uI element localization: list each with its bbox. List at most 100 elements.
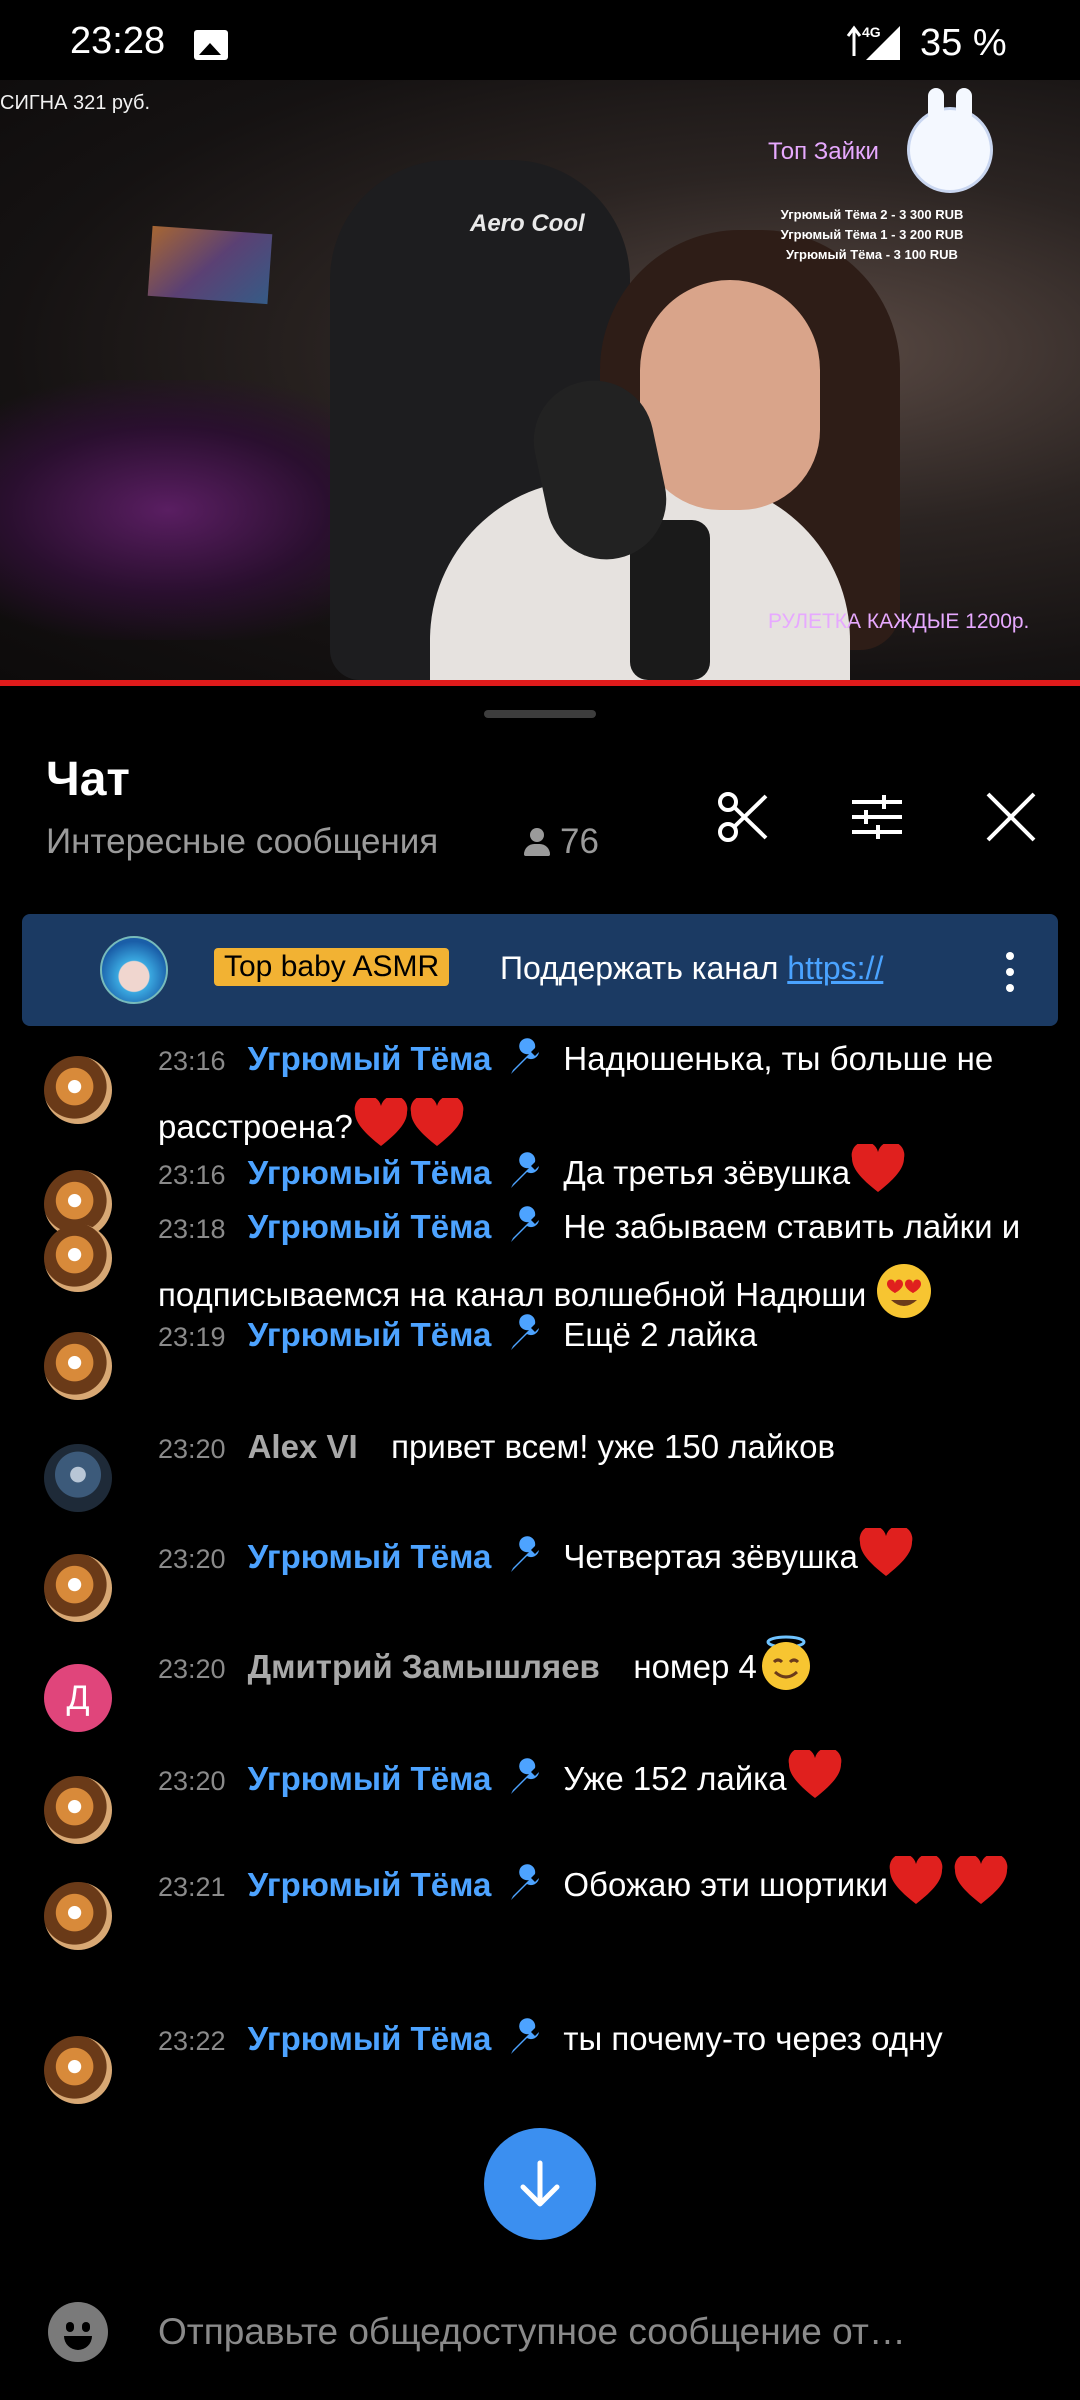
message-author[interactable]: Угрюмый Тёма <box>248 1154 492 1191</box>
heart-emoji-icon <box>859 1528 913 1576</box>
avatar <box>100 936 168 1004</box>
battery-level: 35 % <box>920 22 1007 64</box>
drag-handle[interactable] <box>484 710 596 718</box>
message-author[interactable]: Угрюмый Тёма <box>248 1866 492 1903</box>
heart-emoji-icon <box>851 1144 905 1192</box>
message-time: 23:20 <box>158 1654 226 1684</box>
heart-emoji-icon <box>954 1856 1008 1904</box>
viewer-count: 76 <box>522 822 599 862</box>
chat-mode-selector[interactable]: Интересные сообщения <box>46 822 438 862</box>
pinned-text-body: Поддержать канал <box>500 950 788 986</box>
chat-panel: Чат Интересные сообщения 76 Top baby ASM… <box>0 686 1080 2400</box>
wrench-icon <box>511 2018 540 2054</box>
signal-icon <box>846 25 900 60</box>
dot-icon <box>1006 984 1014 992</box>
message-composer <box>0 2262 1080 2400</box>
message-author[interactable]: Угрюмый Тёма <box>248 1040 492 1077</box>
message-author[interactable]: Угрюмый Тёма <box>248 1760 492 1797</box>
more-options-button[interactable] <box>990 942 1030 1002</box>
viewer-count-value: 76 <box>560 822 599 861</box>
top-donors-list: Угрюмый Тёма 2 - 3 300 RUB Угрюмый Тёма … <box>772 205 972 265</box>
message-text: Обожаю эти шортики <box>563 1866 888 1903</box>
message-time: 23:20 <box>158 1766 226 1796</box>
message-body: 23:22 Угрюмый Тёма ты почему-то через одну <box>158 2006 1038 2074</box>
message-text: номер 4 <box>633 1648 757 1685</box>
streamer-face <box>640 280 820 510</box>
arrow-down-icon <box>520 2160 560 2207</box>
close-icon <box>986 792 1036 842</box>
dot-icon <box>1006 968 1014 976</box>
avatar[interactable] <box>44 1332 112 1400</box>
message-time: 23:19 <box>158 1322 226 1352</box>
avatar[interactable]: Д <box>44 1664 112 1732</box>
message-body: 23:20 Alex VI привет всем! уже 150 лайков <box>158 1414 1038 1482</box>
message-author[interactable]: Угрюмый Тёма <box>248 1208 492 1245</box>
emoji-button[interactable] <box>48 2302 108 2362</box>
message-body: 23:21 Угрюмый Тёма Обожаю эти шортики <box>158 1852 1038 1920</box>
pinned-author-badge: Top baby ASMR <box>214 948 450 986</box>
pinned-link[interactable]: https:// <box>787 950 883 986</box>
message-time: 23:20 <box>158 1434 226 1464</box>
heart-emoji-icon <box>889 1856 943 1904</box>
avatar[interactable] <box>44 1776 112 1844</box>
sliders-icon <box>852 795 902 839</box>
message-time: 23:16 <box>158 1160 226 1190</box>
chair-logo: Aero Cool <box>470 210 585 237</box>
halo-smile-emoji-icon <box>761 1635 810 1690</box>
avatar[interactable] <box>44 1554 112 1622</box>
filter-button[interactable] <box>842 782 912 852</box>
dot-icon <box>1006 952 1014 960</box>
message-author[interactable]: Угрюмый Тёма <box>248 1316 492 1353</box>
heart-emoji-icon <box>788 1750 841 1798</box>
status-time: 23:28 <box>70 20 166 62</box>
message-author[interactable]: Дмитрий Замышляев <box>248 1648 600 1685</box>
message-body: 23:19 Угрюмый Тёма Ещё 2 лайка <box>158 1302 1038 1370</box>
wrench-icon <box>511 1758 540 1794</box>
donation-overlay: СИГНА 321 руб. <box>0 92 151 114</box>
gallery-icon <box>194 30 228 60</box>
avatar[interactable] <box>44 1444 112 1512</box>
message-text: ты почему-то через одну <box>563 2020 943 2057</box>
pinned-text: Поддержать канал https:// <box>500 950 942 987</box>
video-player[interactable]: Aero Cool СИГНА 321 руб. Топ Зайки Угрюм… <box>0 80 1080 680</box>
avatar[interactable] <box>44 2036 112 2104</box>
message-input[interactable] <box>158 2302 1018 2362</box>
wrench-icon <box>511 1152 540 1188</box>
close-chat-button[interactable] <box>976 782 1046 852</box>
message-text: привет всем! уже 150 лайков <box>391 1428 835 1465</box>
wall-poster <box>147 225 273 305</box>
message-body: 23:20 Угрюмый Тёма Уже 152 лайка <box>158 1746 1038 1814</box>
pinned-message[interactable]: Top baby ASMR Поддержать канал https:// <box>22 914 1058 1026</box>
message-time: 23:20 <box>158 1544 226 1574</box>
avatar[interactable] <box>44 1882 112 1950</box>
message-text: Четвертая зёвушка <box>563 1538 858 1575</box>
roulette-overlay: РУЛЕТКА КАЖДЫЕ 1200р. <box>768 610 1030 633</box>
message-text: Ещё 2 лайка <box>563 1316 758 1353</box>
wrench-icon <box>511 1314 540 1350</box>
smiley-icon <box>64 2336 92 2350</box>
person-icon <box>522 826 552 858</box>
scroll-to-latest-button[interactable] <box>484 2128 596 2240</box>
top-donors-title: Топ Зайки <box>768 138 879 165</box>
message-author[interactable]: Угрюмый Тёма <box>248 2020 492 2057</box>
top-donor-item: Угрюмый Тёма 2 - 3 300 RUB <box>780 207 964 222</box>
wrench-icon <box>511 1864 540 1900</box>
scissors-icon <box>718 792 768 842</box>
wrench-icon <box>511 1038 540 1074</box>
message-body: 23:20 Дмитрий Замышляев номер 4 <box>158 1634 1038 1702</box>
message-author[interactable]: Угрюмый Тёма <box>248 1538 492 1575</box>
message-time: 23:21 <box>158 1872 226 1902</box>
message-text: Да третья зёвушка <box>563 1154 851 1191</box>
message-list[interactable]: 23:16 Угрюмый Тёма Надюшенька, ты больше н… <box>0 1026 1080 2244</box>
top-donor-item: Угрюмый Тёма 1 - 3 200 RUB <box>780 227 964 242</box>
message-time: 23:18 <box>158 1214 226 1244</box>
message-time: 23:16 <box>158 1046 226 1076</box>
message-author[interactable]: Alex VI <box>248 1428 358 1465</box>
chat-title: Чат <box>46 753 130 806</box>
bunny-icon <box>910 88 990 190</box>
avatar[interactable] <box>44 1056 112 1124</box>
avatar[interactable] <box>44 1224 112 1292</box>
top-donor-item: Угрюмый Тёма - 3 100 RUB <box>786 247 958 262</box>
clip-button[interactable] <box>708 782 778 852</box>
wrench-icon <box>511 1536 540 1572</box>
